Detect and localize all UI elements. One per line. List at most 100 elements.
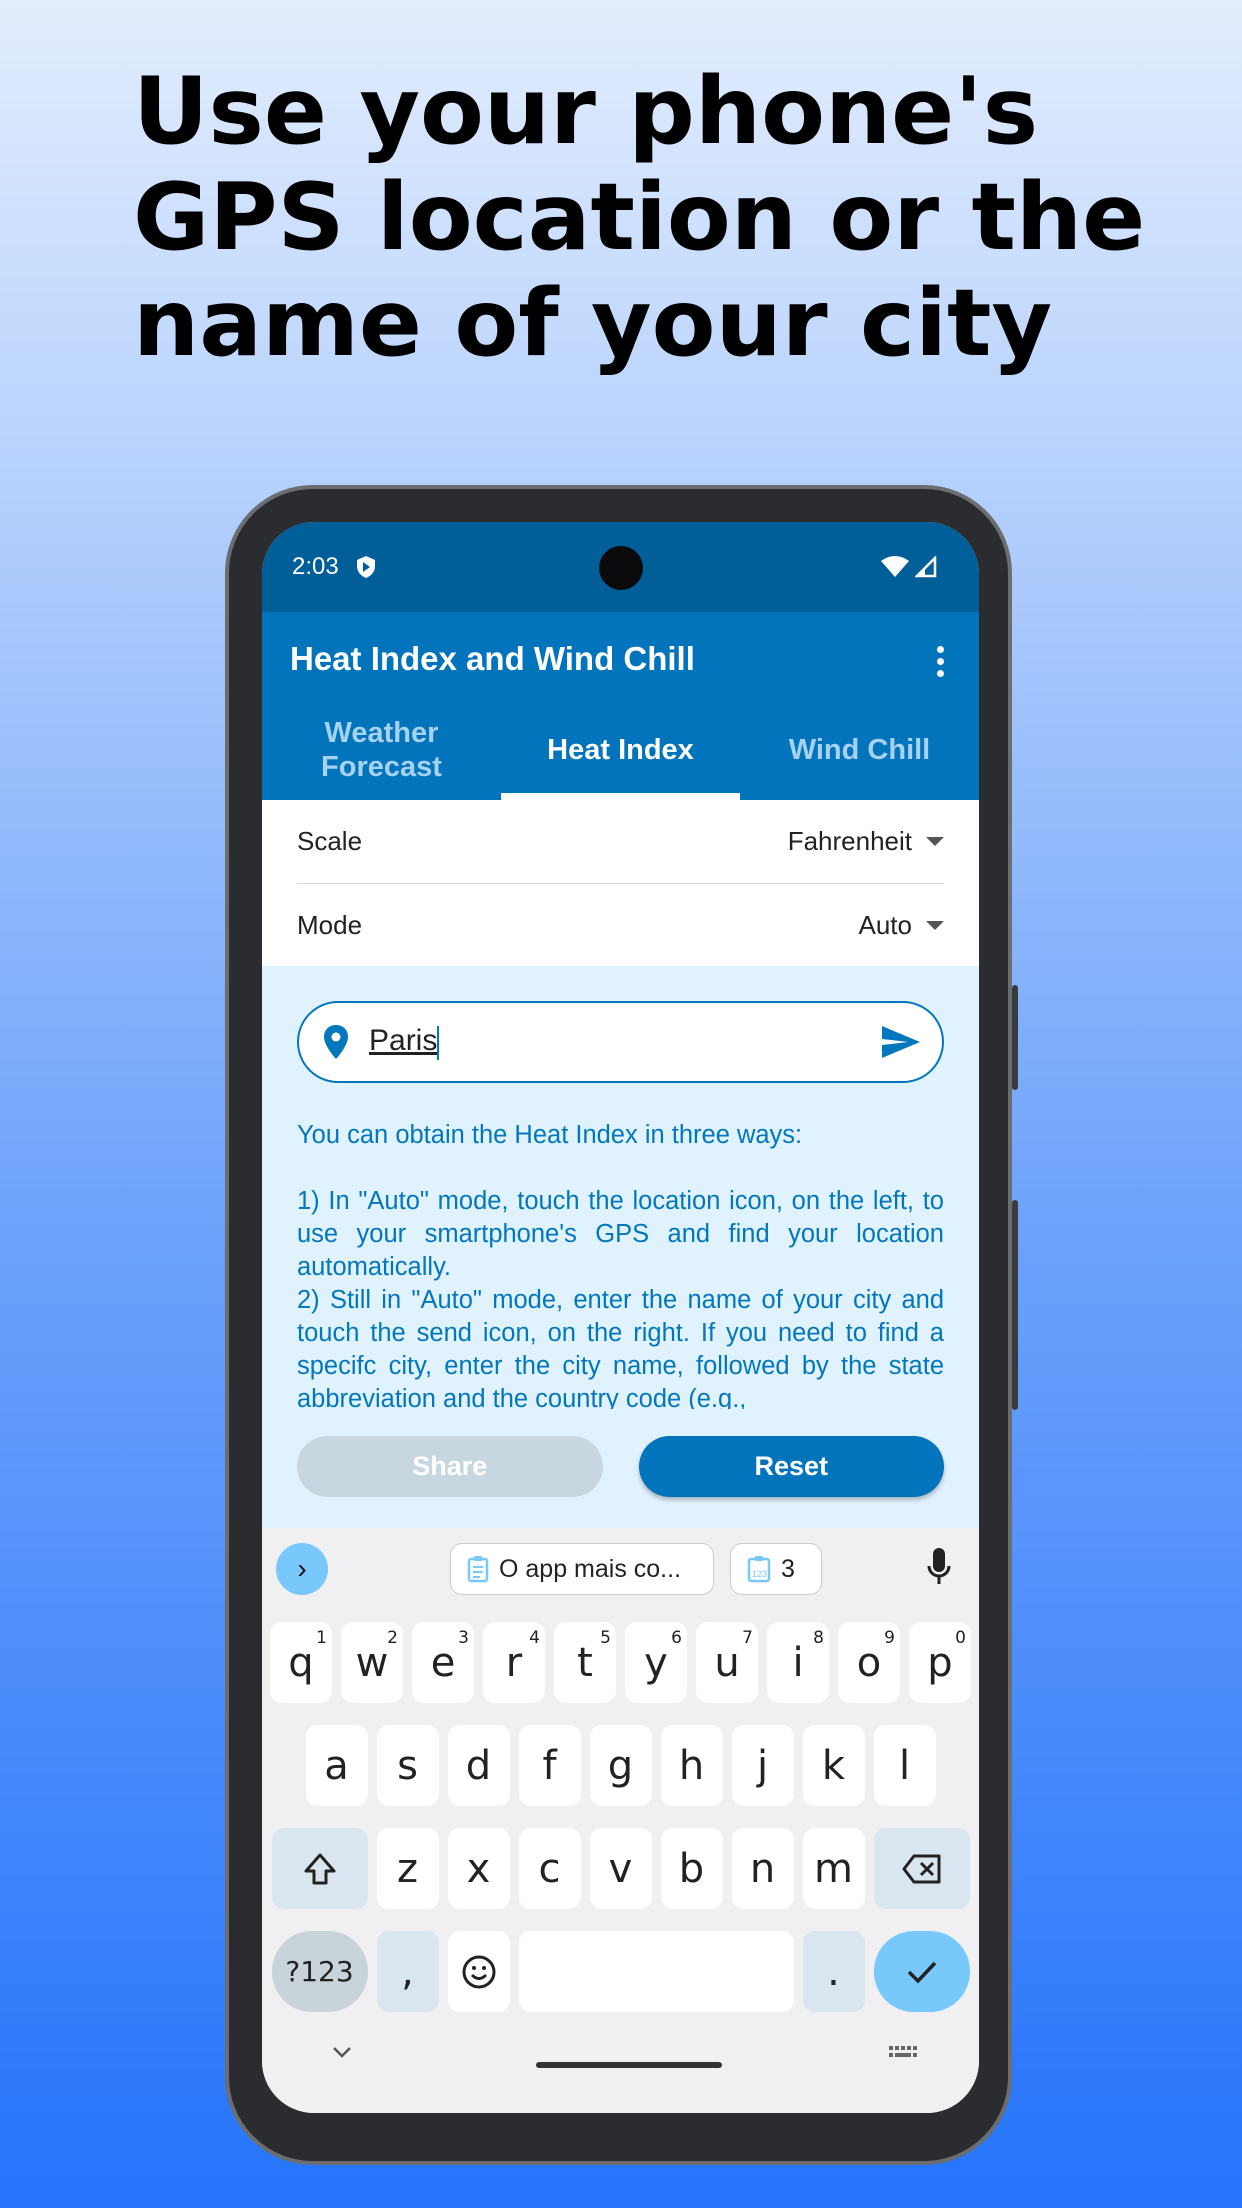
share-button[interactable]: Share [297, 1436, 603, 1497]
comma-key[interactable]: , [376, 1931, 439, 2012]
key-r[interactable]: r4 [483, 1622, 545, 1703]
volume-button [1012, 985, 1018, 1090]
mode-label: Mode [297, 909, 363, 940]
dropdown-arrow-icon [926, 837, 944, 846]
key-g[interactable]: g [589, 1725, 652, 1806]
clipboard-number-icon: 123 [747, 1556, 771, 1583]
key-d[interactable]: d [447, 1725, 510, 1806]
key-w[interactable]: w2 [341, 1622, 403, 1703]
phone-screen: 2:03 Heat Index and Wind Chill Weather F… [262, 522, 979, 2113]
clip-text: O app mais co... [499, 1554, 682, 1583]
period-key[interactable]: . [802, 1931, 865, 2012]
help-text: You can obtain the Heat Index in three w… [297, 1119, 944, 1409]
key-c[interactable]: c [518, 1828, 581, 1909]
chevron-down-icon[interactable] [332, 2046, 352, 2060]
settings-panel: Scale Fahrenheit Mode Auto [262, 800, 979, 966]
tab-label: Wind Chill [788, 734, 931, 766]
app-bar: Heat Index and Wind Chill Weather Foreca… [262, 612, 979, 800]
help-step-1: 1) In "Auto" mode, touch the location ic… [297, 1187, 944, 1281]
suggestion-strip: › O app mais co... 123 3 [270, 1538, 971, 1600]
reset-button[interactable]: Reset [638, 1436, 944, 1497]
headline: Use your phone's GPS location or the nam… [133, 58, 1193, 376]
headline-line: GPS location or the [133, 163, 1146, 271]
key-row-2: asdfghjkl [270, 1725, 971, 1806]
tab-weather-forecast[interactable]: Weather Forecast [262, 700, 501, 800]
power-button [1012, 1200, 1018, 1410]
key-t[interactable]: t5 [554, 1622, 616, 1703]
location-pin-icon[interactable] [323, 1025, 349, 1059]
shift-icon [304, 1853, 335, 1884]
tab-label: Heat Index [547, 734, 694, 766]
mode-dropdown[interactable]: Auto [858, 909, 944, 941]
microphone-icon[interactable] [927, 1548, 951, 1586]
key-q[interactable]: q1 [270, 1622, 332, 1703]
key-f[interactable]: f [518, 1725, 581, 1806]
home-handle[interactable] [536, 2062, 722, 2068]
svg-text:123: 123 [752, 1569, 767, 1579]
city-input[interactable]: Paris [369, 1024, 882, 1060]
key-row-1: q1w2e3r4t5y6u7i8o9p0 [270, 1622, 971, 1703]
key-j[interactable]: j [731, 1725, 794, 1806]
key-l[interactable]: l [873, 1725, 936, 1806]
city-search-field[interactable]: Paris [297, 1001, 944, 1083]
mode-value: Auto [858, 909, 913, 940]
signal-icon [915, 556, 937, 578]
key-s[interactable]: s [376, 1725, 439, 1806]
shift-key[interactable] [271, 1828, 368, 1909]
key-u[interactable]: u7 [696, 1622, 758, 1703]
key-h[interactable]: h [660, 1725, 723, 1806]
clipboard-icon [467, 1556, 489, 1583]
symbols-key[interactable]: ?123 [271, 1931, 368, 2012]
checkmark-icon [907, 1961, 936, 1984]
headline-line: name of your city [133, 269, 1053, 377]
camera-cutout [599, 546, 643, 590]
backspace-key[interactable] [873, 1828, 970, 1909]
key-b[interactable]: b [660, 1828, 723, 1909]
scale-row: Scale Fahrenheit [297, 800, 944, 883]
key-a[interactable]: a [305, 1725, 368, 1806]
tab-bar: Weather Forecast Heat Index Wind Chill [262, 700, 979, 800]
emoji-key[interactable] [447, 1931, 510, 2012]
key-o[interactable]: o9 [838, 1622, 900, 1703]
key-i[interactable]: i8 [767, 1622, 829, 1703]
navigation-bar [270, 2012, 971, 2113]
status-bar: 2:03 [262, 522, 979, 612]
key-x[interactable]: x [447, 1828, 510, 1909]
key-row-4: ?123 , . [270, 1931, 971, 2012]
scale-dropdown[interactable]: Fahrenheit [788, 826, 944, 857]
tab-label: Weather Forecast [321, 717, 442, 783]
key-m[interactable]: m [802, 1828, 865, 1909]
keyboard: › O app mais co... 123 3 q1w2e3r4t5y6u7i… [262, 1528, 979, 2113]
more-vert-icon[interactable] [937, 646, 945, 682]
key-v[interactable]: v [589, 1828, 652, 1909]
chevron-right-icon[interactable]: › [276, 1543, 328, 1595]
dropdown-arrow-icon [926, 920, 944, 930]
headline-line: Use your phone's [133, 57, 1039, 165]
space-key[interactable] [518, 1931, 794, 2012]
heat-index-panel: Paris You can obtain the Heat Index in t… [262, 966, 979, 1528]
backspace-icon [902, 1854, 940, 1883]
help-step-2: 2) Still in "Auto" mode, enter the name … [297, 1286, 944, 1409]
key-p[interactable]: p0 [909, 1622, 971, 1703]
key-row-3: zxcvbnm [270, 1828, 971, 1909]
send-icon[interactable] [882, 1026, 920, 1058]
status-time: 2:03 [292, 553, 339, 580]
done-key[interactable] [873, 1931, 970, 2012]
wifi-icon [881, 556, 909, 577]
app-title: Heat Index and Wind Chill [290, 640, 695, 677]
shield-play-icon [356, 556, 375, 578]
keyboard-switch-icon[interactable] [889, 2046, 919, 2062]
key-z[interactable]: z [376, 1828, 439, 1909]
tab-wind-chill[interactable]: Wind Chill [740, 700, 979, 800]
mode-row: Mode Auto [297, 883, 944, 966]
clipboard-suggestion[interactable]: O app mais co... [450, 1543, 714, 1595]
help-intro: You can obtain the Heat Index in three w… [297, 1121, 803, 1149]
key-e[interactable]: e3 [412, 1622, 474, 1703]
clipboard-number-suggestion[interactable]: 123 3 [730, 1543, 822, 1595]
key-n[interactable]: n [731, 1828, 794, 1909]
emoji-icon [462, 1955, 495, 1988]
scale-label: Scale [297, 826, 363, 856]
key-y[interactable]: y6 [625, 1622, 687, 1703]
key-k[interactable]: k [802, 1725, 865, 1806]
tab-heat-index[interactable]: Heat Index [501, 700, 740, 800]
